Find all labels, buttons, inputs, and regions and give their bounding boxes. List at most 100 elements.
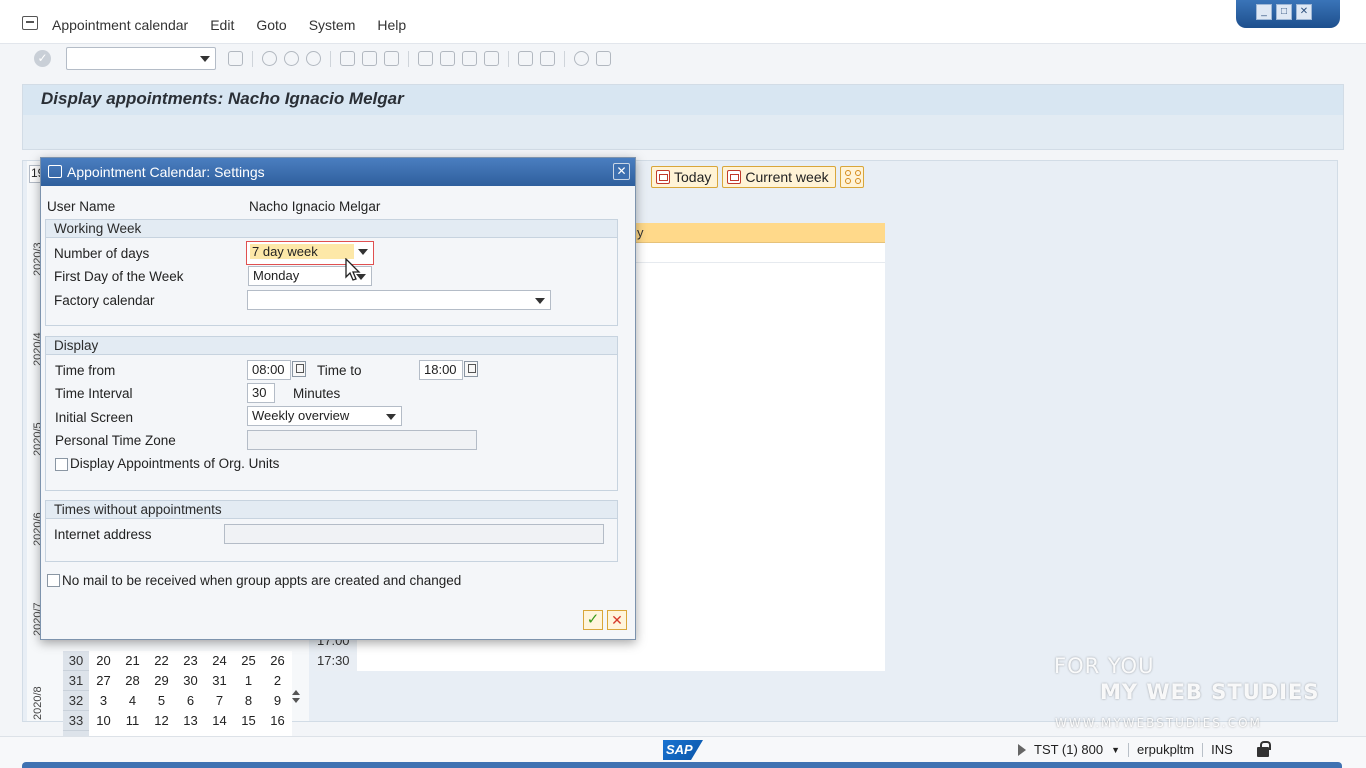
dialog-titlebar: Appointment Calendar: Settings ✕ bbox=[41, 158, 635, 186]
next-page-icon[interactable] bbox=[462, 51, 477, 66]
find-next-icon[interactable] bbox=[384, 51, 399, 66]
time-picker-icon[interactable] bbox=[464, 361, 478, 377]
maximize-button[interactable]: □ bbox=[1276, 4, 1292, 20]
factory-calendar-dropdown[interactable] bbox=[247, 290, 551, 310]
no-mail-checkbox[interactable] bbox=[47, 574, 60, 587]
system-info[interactable]: TST (1) 800 bbox=[1034, 742, 1103, 757]
calendar-day[interactable]: 11 bbox=[118, 711, 147, 731]
time-picker-icon[interactable] bbox=[292, 361, 306, 377]
calendar-day[interactable]: 25 bbox=[234, 651, 263, 671]
chevron-down-icon[interactable] bbox=[200, 56, 210, 62]
calendar-day[interactable]: 15 bbox=[234, 711, 263, 731]
grid-dot-icon bbox=[844, 170, 851, 176]
calendar-day[interactable]: 1 bbox=[234, 671, 263, 691]
org-units-checkbox[interactable] bbox=[55, 458, 68, 471]
layout-menu-icon[interactable] bbox=[596, 51, 611, 66]
back-icon[interactable] bbox=[262, 51, 277, 66]
personal-time-zone-input[interactable] bbox=[247, 430, 477, 450]
week-number[interactable]: 32 bbox=[63, 691, 89, 711]
first-day-label: First Day of the Week bbox=[54, 269, 184, 284]
last-page-icon[interactable] bbox=[484, 51, 499, 66]
menu-help[interactable]: Help bbox=[377, 17, 406, 33]
time-slot-label: 17:30 bbox=[315, 651, 357, 671]
shortcut-icon[interactable] bbox=[540, 51, 555, 66]
menu-bar: Appointment calendar Edit Goto System He… bbox=[0, 0, 1366, 44]
calendar-day[interactable]: 28 bbox=[118, 671, 147, 691]
calendar-scroll[interactable] bbox=[289, 687, 303, 721]
command-field[interactable] bbox=[66, 47, 216, 70]
menu-edit[interactable]: Edit bbox=[210, 17, 234, 33]
previous-page-icon[interactable] bbox=[440, 51, 455, 66]
close-window-button[interactable]: ✕ bbox=[1296, 4, 1312, 20]
settings-dialog: Appointment Calendar: Settings ✕ User Na… bbox=[40, 157, 636, 640]
calendar-day[interactable]: 9 bbox=[263, 691, 292, 711]
initial-screen-dropdown[interactable]: Weekly overview bbox=[247, 406, 402, 426]
calendar-day[interactable]: 16 bbox=[263, 711, 292, 731]
calendar-day[interactable]: 20 bbox=[89, 651, 118, 671]
help-icon[interactable] bbox=[574, 51, 589, 66]
save-icon[interactable] bbox=[228, 51, 243, 66]
cancel-x-button[interactable]: ✕ bbox=[607, 610, 627, 630]
menu-exit-icon[interactable] bbox=[22, 16, 38, 30]
confirm-check-button[interactable]: ✓ bbox=[583, 610, 603, 630]
calendar-day[interactable]: 4 bbox=[118, 691, 147, 711]
time-to-label: Time to bbox=[317, 363, 362, 378]
play-icon[interactable] bbox=[1018, 743, 1026, 756]
calendar-day[interactable]: 2 bbox=[263, 671, 292, 691]
new-session-icon[interactable] bbox=[518, 51, 533, 66]
calendar-day[interactable]: 29 bbox=[147, 671, 176, 691]
standard-toolbar: ✓ bbox=[0, 44, 1366, 74]
initial-screen-value: Weekly overview bbox=[252, 408, 350, 423]
chevron-down-icon[interactable] bbox=[386, 414, 396, 420]
chevron-down-icon[interactable] bbox=[535, 298, 545, 304]
calendar-day[interactable]: 24 bbox=[205, 651, 234, 671]
enter-check-icon[interactable]: ✓ bbox=[34, 50, 51, 67]
calendar-day[interactable]: 30 bbox=[176, 671, 205, 691]
calendar-day[interactable]: 14 bbox=[205, 711, 234, 731]
lock-icon[interactable] bbox=[1256, 740, 1271, 757]
week-number[interactable]: 31 bbox=[63, 671, 89, 691]
menu-items: Appointment calendar Edit Goto System He… bbox=[52, 17, 406, 33]
menu-goto[interactable]: Goto bbox=[256, 17, 286, 33]
calendar-day[interactable]: 10 bbox=[89, 711, 118, 731]
minimize-button[interactable]: _ bbox=[1256, 4, 1272, 20]
number-of-days-label: Number of days bbox=[54, 246, 150, 261]
time-interval-input[interactable]: 30 bbox=[247, 383, 275, 403]
times-without-group: Times without appointments Internet addr… bbox=[45, 500, 618, 562]
calendar-day[interactable]: 13 bbox=[176, 711, 205, 731]
calendar-day[interactable]: 31 bbox=[205, 671, 234, 691]
week-number[interactable]: 30 bbox=[63, 651, 89, 671]
menu-appointment-calendar[interactable]: Appointment calendar bbox=[52, 17, 188, 33]
chevron-down-icon[interactable]: ▼ bbox=[1111, 745, 1120, 755]
menu-system[interactable]: System bbox=[309, 17, 356, 33]
time-to-input[interactable]: 18:00 bbox=[419, 360, 463, 380]
time-from-input[interactable]: 08:00 bbox=[247, 360, 291, 380]
scroll-down-icon[interactable] bbox=[292, 698, 300, 703]
calendar-day[interactable]: 3 bbox=[89, 691, 118, 711]
calendar-day[interactable]: 5 bbox=[147, 691, 176, 711]
calendar-day[interactable]: 23 bbox=[176, 651, 205, 671]
calendar-day[interactable]: 12 bbox=[147, 711, 176, 731]
calendar-day[interactable]: 22 bbox=[147, 651, 176, 671]
current-week-button[interactable]: Current week bbox=[722, 166, 836, 188]
dialog-close-button[interactable]: ✕ bbox=[613, 163, 630, 180]
calendar-day[interactable]: 26 bbox=[263, 651, 292, 671]
cancel-icon[interactable] bbox=[306, 51, 321, 66]
settings-grid-button[interactable] bbox=[839, 166, 864, 188]
calendar-day[interactable]: 6 bbox=[176, 691, 205, 711]
toolbar-separator bbox=[564, 51, 565, 67]
find-icon[interactable] bbox=[362, 51, 377, 66]
calendar-day[interactable]: 8 bbox=[234, 691, 263, 711]
print-icon[interactable] bbox=[340, 51, 355, 66]
calendar-day[interactable]: 7 bbox=[205, 691, 234, 711]
today-button[interactable]: Today bbox=[651, 166, 719, 188]
calendar-day[interactable]: 21 bbox=[118, 651, 147, 671]
chevron-down-icon[interactable] bbox=[358, 249, 368, 255]
exit-icon[interactable] bbox=[284, 51, 299, 66]
calendar-day[interactable]: 27 bbox=[89, 671, 118, 691]
scroll-up-icon[interactable] bbox=[292, 690, 300, 695]
internet-address-input[interactable] bbox=[224, 524, 604, 544]
first-page-icon[interactable] bbox=[418, 51, 433, 66]
week-number[interactable]: 33 bbox=[63, 711, 89, 731]
calendar-icon bbox=[727, 170, 742, 184]
